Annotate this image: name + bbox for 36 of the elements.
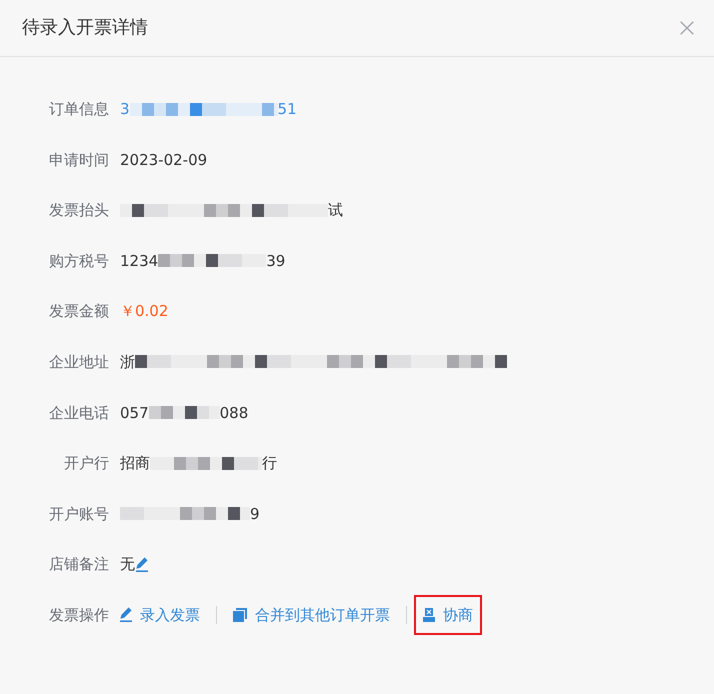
action-link[interactable]: 协商: [414, 594, 482, 635]
close-icon: [680, 21, 694, 35]
action-link[interactable]: 合并到其他订单开票: [233, 604, 390, 625]
dialog-title: 待录入开票详情: [22, 16, 148, 40]
field-label: 购方税号: [49, 250, 109, 271]
order-link[interactable]: 51: [278, 99, 297, 119]
mosaic-drawing: [148, 406, 220, 420]
field-label: 申请时间: [49, 150, 109, 170]
field-value: 行: [262, 453, 277, 474]
field-value: 1234: [120, 250, 158, 271]
amount-text: ￥0.02: [120, 301, 168, 322]
field-label: 发票操作: [49, 604, 109, 625]
note-text: 无: [120, 554, 135, 574]
field-value: 088: [220, 402, 248, 423]
field-label: 开户账号: [49, 504, 109, 524]
stamp-icon: [423, 608, 435, 622]
field-value: 浙: [120, 352, 135, 372]
order-link[interactable]: 3: [120, 99, 130, 119]
field-value: 招商: [120, 453, 150, 474]
field-value: 试: [328, 200, 343, 220]
field-label: 订单信息: [49, 99, 109, 119]
field-value: 057: [120, 402, 149, 423]
field-label: 企业电话: [49, 402, 109, 423]
field-value: 9: [250, 504, 260, 524]
field-value: 39: [266, 250, 286, 271]
field-value: 2023-02-09: [120, 150, 208, 170]
field-label: 发票抬头: [49, 200, 109, 220]
action-link[interactable]: 录入发票: [120, 604, 200, 625]
field-label: 店铺备注: [49, 554, 109, 574]
field-label: 开户行: [64, 453, 109, 474]
copy-icon: [233, 608, 247, 622]
pencil-icon: [120, 607, 132, 622]
field-label: 企业地址: [49, 352, 109, 372]
pencil-icon[interactable]: [136, 556, 148, 572]
field-label: 发票金额: [49, 301, 109, 322]
close-button[interactable]: [680, 21, 694, 35]
